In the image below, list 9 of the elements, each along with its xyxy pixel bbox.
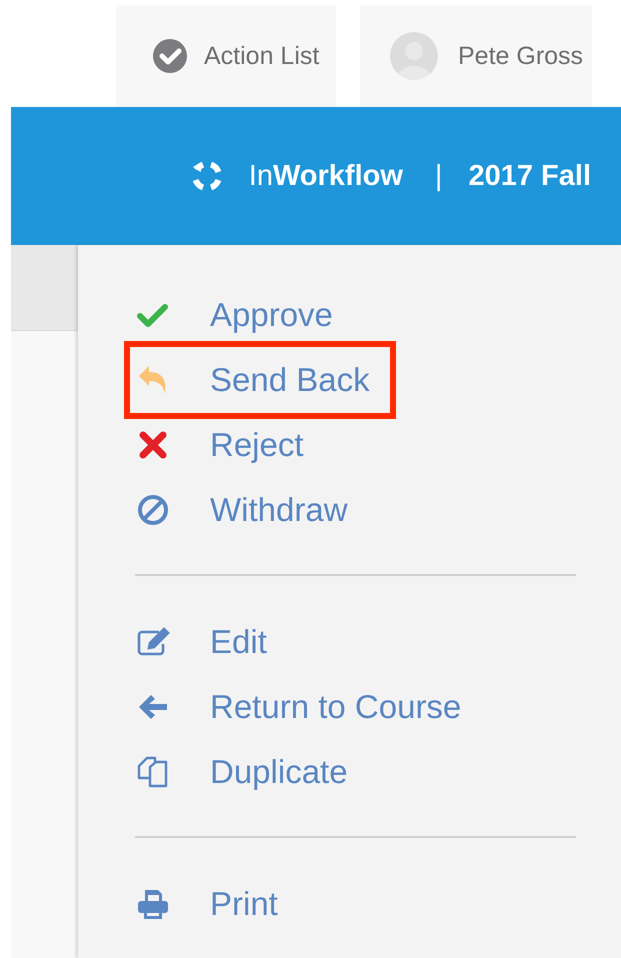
avatar-icon	[390, 32, 438, 80]
separator-text: |	[434, 160, 442, 192]
brand-name: InWorkflow	[248, 160, 403, 192]
menu-item[interactable]: Print	[124, 864, 304, 942]
term-label: 2017 Fall	[468, 160, 591, 192]
menu-item[interactable]: Send Back	[124, 340, 396, 418]
top-tab[interactable]: Pete Gross	[360, 5, 592, 107]
check-circle-icon	[152, 38, 188, 74]
top-tab[interactable]: Action List	[116, 5, 336, 107]
